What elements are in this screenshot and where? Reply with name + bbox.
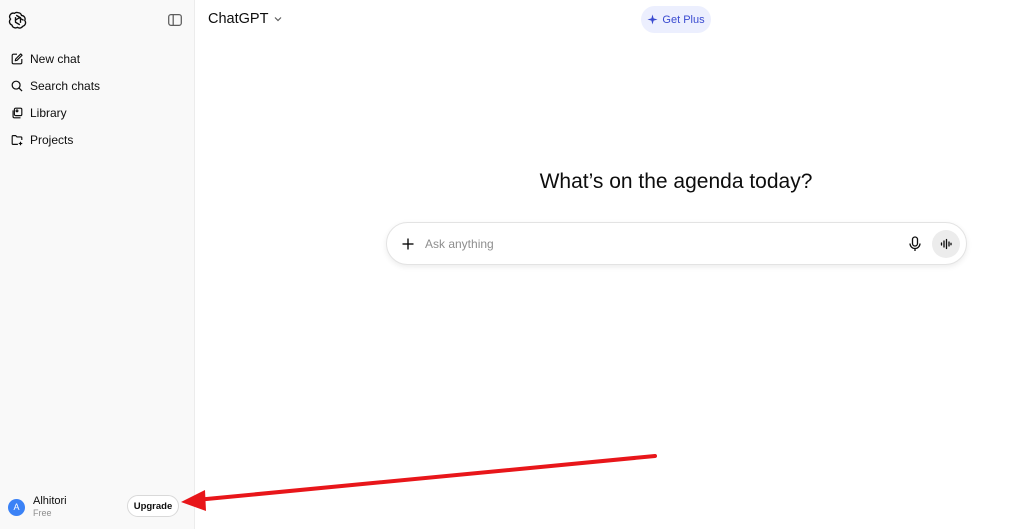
user-plan: Free [33,508,52,518]
openai-logo-icon[interactable] [8,10,28,30]
voice-mode-button[interactable] [932,230,960,258]
folder-plus-icon [11,134,23,145]
chevron-down-icon [275,17,282,22]
page-title: What’s on the agenda today? [539,170,813,193]
sidebar-item-label: Projects [30,132,74,147]
sidebar: New chat Search chats Library Projects A… [0,0,195,529]
waveform-icon [940,238,952,250]
get-plus-button[interactable]: Get Plus [641,6,711,33]
sidebar-item-search-chats[interactable]: Search chats [0,72,195,99]
edit-icon [11,52,23,64]
user-name: Alhitori [33,495,67,507]
sidebar-item-library[interactable]: Library [0,99,195,126]
user-profile[interactable]: A Alhitori Free [8,495,67,519]
model-selector[interactable]: ChatGPT [208,11,283,27]
prompt-input[interactable] [425,233,885,255]
library-icon [12,107,23,118]
sidebar-item-label: New chat [30,51,81,66]
sidebar-toggle-icon[interactable] [166,11,184,29]
microphone-icon[interactable] [907,235,923,253]
sidebar-item-label: Library [30,105,67,120]
sidebar-nav: New chat Search chats Library Projects [0,45,195,153]
avatar: A [8,498,25,516]
upgrade-button[interactable]: Upgrade [127,495,179,517]
model-name: ChatGPT [208,11,269,27]
sparkle-icon [647,14,658,25]
sidebar-item-projects[interactable]: Projects [0,126,195,153]
composer [386,222,967,265]
sidebar-item-label: Search chats [30,78,101,93]
get-plus-label: Get Plus [662,13,705,26]
sidebar-item-new-chat[interactable]: New chat [0,45,195,72]
search-icon [11,80,23,92]
user-text: Alhitori Free [33,495,67,519]
plus-icon[interactable] [399,235,417,253]
